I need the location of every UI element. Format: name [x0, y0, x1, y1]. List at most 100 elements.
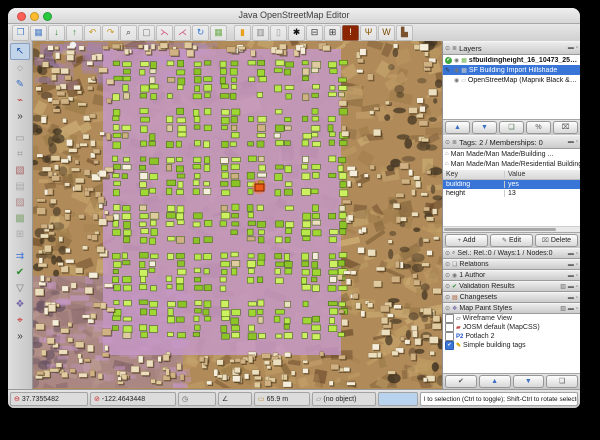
preset-crossing-button[interactable]: ▥	[252, 25, 269, 41]
search-button[interactable]: ⌕	[120, 25, 137, 41]
panel-close-icon[interactable]: ▫	[576, 45, 578, 51]
close-button[interactable]	[17, 12, 26, 21]
selection-panel-header[interactable]: ⊙⌕Sel.: Rel.:0 / Ways:1 / Nodes:0▬▫	[443, 248, 580, 259]
panel-dock-icon[interactable]: ▬	[568, 284, 574, 290]
lasso-tool-button[interactable]: ◌	[11, 61, 29, 76]
style-wireframe-checkbox[interactable]	[445, 314, 454, 323]
panel-close-icon[interactable]: ▫	[576, 306, 578, 312]
panel-dock-icon[interactable]: ▬	[568, 45, 574, 51]
panel-close-icon[interactable]: ▫	[576, 139, 578, 145]
save-button[interactable]: ▦	[30, 25, 47, 41]
tag-preset-row[interactable]: ⌂Man Made/Man Made/Residential Building …	[443, 159, 580, 169]
layer-hillshade[interactable]: ✎◉▦SF Building Import Hillshade	[443, 65, 580, 75]
panel-dock-icon[interactable]: ▬	[568, 306, 574, 312]
tags-panel-header[interactable]: ⊙≣Tags: 2 / Memberships: 0▬▫	[443, 135, 580, 149]
panel-toggle-icon[interactable]: ⊙	[445, 139, 450, 146]
more-tools-button[interactable]: »	[11, 109, 29, 124]
panel-toggle-icon[interactable]: ⊙	[445, 305, 450, 312]
panel-close-icon[interactable]: ▫	[576, 273, 578, 279]
style-simple-building-tags-row[interactable]: ✔✎Simple building tags	[443, 341, 580, 350]
more-tools-2-button[interactable]: »	[11, 329, 29, 344]
edit-tag-button[interactable]: ✎Edit	[490, 234, 533, 247]
validate-tool-button[interactable]: ✔	[11, 265, 29, 280]
panel-toggle-icon[interactable]: ⊙	[445, 294, 450, 301]
building-tool-button[interactable]: ▧	[11, 163, 29, 178]
preset-bus-button[interactable]: ⊞	[324, 25, 341, 41]
download-data-button[interactable]: ↓	[48, 25, 65, 41]
panel-dock-icon[interactable]: ▬	[568, 139, 574, 145]
preset-chart-button[interactable]: ▙	[396, 25, 413, 41]
map-pin-tool-button[interactable]: ⌖	[11, 313, 29, 328]
panel-toggle-icon[interactable]: ⊙	[445, 250, 450, 257]
upload-data-button[interactable]: ↑	[66, 25, 83, 41]
preset-elevator-button[interactable]: ▯	[270, 25, 287, 41]
undo-button[interactable]: ↶	[84, 25, 101, 41]
panel-dock-icon[interactable]: ▬	[568, 295, 574, 301]
preset-warning-button[interactable]: !	[342, 25, 359, 41]
style-josm-default-checkbox[interactable]	[445, 323, 454, 332]
map-paint-styles-header[interactable]: ⊙❖Map Paint Styles▥▬▫	[443, 303, 580, 314]
open-file-button[interactable]: ❒	[12, 25, 29, 41]
panel-extra-icon[interactable]: ▥	[560, 305, 566, 312]
style-potlach2-row[interactable]: P2Potlach 2	[443, 332, 580, 341]
preset-hand-button[interactable]: ✱	[288, 25, 305, 41]
delete-tag-button[interactable]: ⌧Delete	[535, 234, 578, 247]
paint-styles-tool-button[interactable]: ❖	[11, 297, 29, 312]
panel-close-icon[interactable]: ▫	[576, 262, 578, 268]
style-wireframe-row[interactable]: ▱Wireframe View	[443, 314, 580, 323]
panel-menu-icon[interactable]: ≣	[452, 45, 457, 52]
refresh-button[interactable]: ↻	[192, 25, 209, 41]
style-activate-button[interactable]: ✔	[445, 375, 477, 388]
preset-wikipedia-button[interactable]: W	[378, 25, 395, 41]
filter-tool-button[interactable]: ▽	[11, 281, 29, 296]
layer-up-button[interactable]: ▲	[445, 121, 470, 134]
title-bar[interactable]: Java OpenStreetMap Editor	[8, 8, 580, 24]
redo-button[interactable]: ↷	[102, 25, 119, 41]
style-simple-building-tags-checkbox[interactable]: ✔	[445, 341, 454, 350]
panel-toggle-icon[interactable]: ⊙	[445, 261, 450, 268]
panel-close-icon[interactable]: ▫	[576, 251, 578, 257]
preset-highway-button[interactable]: ▮	[234, 25, 251, 41]
panel-dock-icon[interactable]: ▬	[568, 251, 574, 257]
search-highlight-segment[interactable]	[378, 392, 418, 406]
layer-delete-button[interactable]: ⌧	[553, 121, 578, 134]
map-canvas[interactable]	[33, 41, 442, 389]
layer-osm[interactable]: ◉▱OpenStreetMap (Mapnik Black & White)	[443, 75, 580, 85]
layer-visibility-eye-icon[interactable]: ◉	[454, 67, 459, 74]
tag-row[interactable]: height13	[443, 189, 580, 198]
panel-dock-icon[interactable]: ▬	[568, 262, 574, 268]
panel-toggle-icon[interactable]: ⊙	[445, 272, 450, 279]
parallel-tool-button[interactable]: ⇉	[11, 249, 29, 264]
style-josm-default-row[interactable]: ▰JOSM default (MapCSS)	[443, 323, 580, 332]
tag-row[interactable]: buildingyes	[443, 180, 580, 189]
area-tool-button[interactable]: ▩	[11, 211, 29, 226]
layers-panel-header[interactable]: ⊙≣Layers▬▫	[443, 41, 580, 55]
validation-results-panel-header[interactable]: ⊙✔Validation Results▥▬▫	[443, 281, 580, 292]
preset-car-button[interactable]: ⊟	[306, 25, 323, 41]
layer-down-button[interactable]: ▼	[472, 121, 497, 134]
changesets-panel-header[interactable]: ⊙▤Changesets▬▫	[443, 292, 580, 303]
layer-sfbuildingheight[interactable]: ✔◉▦sfbuildingheight_16_10473_25340...	[443, 55, 580, 65]
extrude-tool-button[interactable]: ▭	[11, 131, 29, 146]
authors-panel-header[interactable]: ⊙◉1 Author▬▫	[443, 270, 580, 281]
hscrollbar-thumb[interactable]	[444, 228, 556, 231]
align-tool-button[interactable]: ▤	[11, 179, 29, 194]
terrace-tool-button[interactable]: ⌗	[11, 147, 29, 162]
merge-tool-button[interactable]: ⊞	[11, 227, 29, 242]
imagery-button[interactable]: ▦	[210, 25, 227, 41]
zoom-button[interactable]	[43, 12, 52, 21]
panel-extra-icon[interactable]: ▥	[560, 283, 566, 290]
panel-menu-icon[interactable]: ≣	[452, 139, 457, 146]
help-text-segment[interactable]: l to selection (Ctrl to toggle); Shift-C…	[420, 392, 578, 406]
panel-close-icon[interactable]: ▫	[576, 295, 578, 301]
add-tag-button[interactable]: +Add	[445, 234, 488, 247]
style-up-button[interactable]: ▲	[479, 375, 511, 388]
layer-duplicate-button[interactable]: ❏	[499, 121, 524, 134]
select-tool-button[interactable]: ↖	[10, 43, 30, 60]
style-down-button[interactable]: ▼	[513, 375, 545, 388]
draw-tool-button[interactable]: ✎	[11, 77, 29, 92]
preset-restaurant-button[interactable]: Ψ	[360, 25, 377, 41]
minimize-button[interactable]	[30, 12, 39, 21]
combine-way-button[interactable]: ⋌	[174, 25, 191, 41]
panel-dock-icon[interactable]: ▬	[568, 273, 574, 279]
